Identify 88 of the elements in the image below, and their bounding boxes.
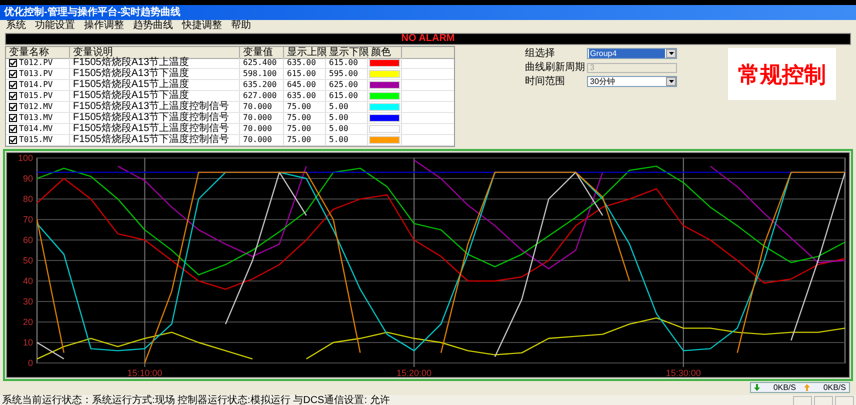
table-cell: F1505焙烧段A15节上温度 — [73, 80, 190, 90]
table-cell: 75.00 — [287, 103, 312, 111]
x-axis-label: 15:10:00 — [127, 368, 162, 378]
dropdown[interactable]: Group4 — [587, 48, 677, 59]
table-cell: 625.00 — [329, 81, 358, 89]
table-cell: 70.000 — [243, 103, 272, 111]
y-axis-label: 20 — [22, 317, 33, 327]
mode-banner: 常规控制 — [728, 48, 836, 100]
upload-rate: 0KB/S — [823, 384, 846, 392]
table-cell: 75.00 — [287, 136, 312, 144]
menu-item[interactable]: 功能设置 — [35, 21, 75, 31]
variable-name: T013.PV — [19, 70, 53, 78]
table-cell: F1505焙烧段A13节下温度控制信号 — [73, 113, 230, 123]
table-cell: 615.00 — [329, 59, 358, 67]
table-cell: 5.00 — [329, 125, 348, 133]
status-panel — [793, 396, 812, 405]
table-cell: 5.00 — [329, 114, 348, 122]
table-cell: 615.00 — [287, 70, 316, 78]
dropdown[interactable]: 30分钟 — [587, 76, 677, 87]
y-axis-label: 80 — [22, 194, 33, 204]
alarm-text: NO ALARM — [401, 34, 455, 44]
column-header: 显示上限 — [284, 47, 326, 59]
table-cell: 627.000 — [243, 92, 277, 100]
field-label: 时间范围 — [525, 76, 566, 86]
table-cell: F1505焙烧段A15节上温度控制信号 — [73, 124, 230, 134]
table-cell: 70.000 — [243, 114, 272, 122]
field-label: 组选择 — [525, 48, 556, 58]
variable-name: T012.MV — [19, 103, 53, 111]
variable-name: T015.MV — [19, 136, 53, 144]
checkbox[interactable] — [9, 70, 17, 78]
y-axis-label: 70 — [22, 214, 33, 224]
checkbox[interactable] — [9, 136, 17, 144]
field-label: 曲线刷新周期 — [525, 62, 586, 72]
table-cell: 615.00 — [329, 92, 358, 100]
table-cell: F1505焙烧段A13节上温度控制信号 — [73, 102, 230, 112]
table-cell: 70.000 — [243, 125, 272, 133]
menu-item[interactable]: 系统 — [6, 21, 26, 31]
menu-item[interactable]: 操作调整 — [84, 21, 124, 31]
menu-item[interactable]: 快捷调整 — [182, 21, 222, 31]
variable-name: T014.MV — [19, 125, 53, 133]
x-axis-label: 15:30:00 — [666, 368, 701, 378]
table-cell: 598.100 — [243, 70, 277, 78]
y-axis-label: 10 — [22, 338, 33, 348]
y-axis-label: 60 — [22, 235, 33, 245]
table-cell: F1505焙烧段A13节上温度 — [73, 58, 190, 68]
checkbox[interactable] — [9, 103, 17, 111]
table-cell: 75.00 — [287, 114, 312, 122]
variable-name: T015.PV — [19, 92, 53, 100]
table-cell: F1505焙烧段A15节下温度控制信号 — [73, 135, 230, 145]
checkbox[interactable] — [9, 59, 17, 67]
table-cell: 595.00 — [329, 70, 358, 78]
y-axis-label: 0 — [28, 358, 33, 368]
table-cell: 75.00 — [287, 125, 312, 133]
table-cell: F1505焙烧段A13节下温度 — [73, 69, 190, 79]
status-text: 系统当前运行状态：系统运行方式:现场 控制器运行状态:模拟运行 与DCS通信设置: 允许 — [1, 396, 390, 405]
table-cell: 5.00 — [329, 103, 348, 111]
table-cell: 635.00 — [287, 92, 316, 100]
download-arrow-icon — [754, 384, 760, 391]
y-axis-label: 100 — [18, 153, 33, 163]
table-cell: 5.00 — [329, 136, 348, 144]
caret-icon — [666, 49, 676, 58]
menu-item[interactable]: 趋势曲线 — [133, 21, 173, 31]
table-cell: 635.200 — [243, 81, 277, 89]
variable-name: T014.PV — [19, 81, 53, 89]
y-axis-label: 30 — [22, 296, 33, 306]
status-panel — [814, 396, 833, 405]
table-cell: 645.00 — [287, 81, 316, 89]
table-cell: 70.000 — [243, 136, 272, 144]
y-axis-label: 90 — [22, 174, 33, 184]
table-cell: 635.00 — [287, 59, 316, 67]
upload-arrow-icon — [804, 384, 810, 391]
caret-icon — [666, 77, 676, 86]
y-axis-label: 50 — [22, 256, 33, 266]
checkbox[interactable] — [9, 81, 17, 89]
checkbox[interactable] — [9, 92, 17, 100]
window-title: 优化控制-管理与操作平台-实时趋势曲线 — [4, 8, 181, 18]
variable-name: T013.MV — [19, 114, 53, 122]
status-panel — [835, 396, 854, 405]
table-cell: 625.400 — [243, 59, 277, 67]
variable-name: T012.PV — [19, 59, 53, 67]
checkbox[interactable] — [9, 114, 17, 122]
column-header: 显示下限 — [326, 47, 368, 59]
checkbox[interactable] — [9, 125, 17, 133]
menu-item[interactable]: 帮助 — [231, 21, 251, 31]
table-cell: F1505焙烧段A15节下温度 — [73, 91, 190, 101]
y-axis-label: 40 — [22, 276, 33, 286]
x-axis-label: 15:20:00 — [396, 368, 432, 378]
download-rate: 0KB/S — [773, 384, 796, 392]
